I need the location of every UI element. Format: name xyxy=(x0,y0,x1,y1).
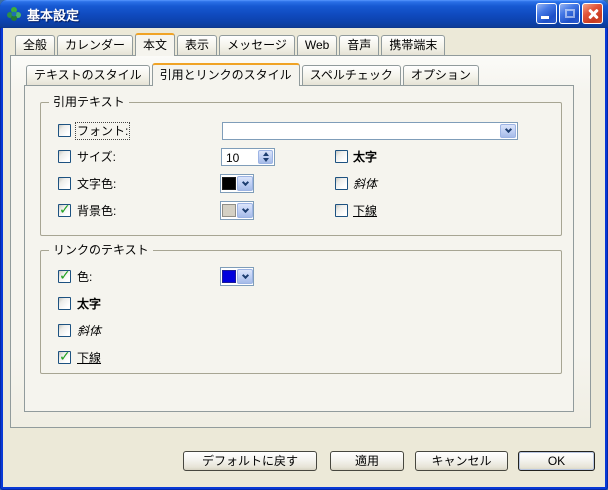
link-underline-checkbox[interactable] xyxy=(58,351,71,364)
quote-bold-label: 太字 xyxy=(353,150,377,164)
link-color-select[interactable] xyxy=(220,267,254,286)
quote-text-group-title: 引用テキスト xyxy=(49,95,129,109)
quote-textcolor-label: 文字色: xyxy=(77,177,116,191)
quote-bgcolor-checkbox[interactable] xyxy=(58,204,71,217)
tab-calendar[interactable]: カレンダー xyxy=(57,35,133,55)
quote-italic-label: 斜体 xyxy=(353,177,377,191)
tab-body-text[interactable]: 本文 xyxy=(135,33,175,56)
link-italic-checkbox[interactable] xyxy=(58,324,71,337)
tab-options[interactable]: オプション xyxy=(403,65,479,85)
spin-up-icon xyxy=(263,152,269,156)
tab-message[interactable]: メッセージ xyxy=(219,35,295,55)
tab-spellcheck[interactable]: スペルチェック xyxy=(302,65,401,85)
quote-size-label: サイズ: xyxy=(77,150,116,164)
quote-font-checkbox[interactable] xyxy=(58,124,71,137)
window-title: 基本設定 xyxy=(27,5,531,24)
preferences-window: 基本設定 全般 カレンダー 本文 表示 メッセージ Web 音声 携帯端末 テキ… xyxy=(0,0,608,490)
link-text-group-title: リンクのテキスト xyxy=(49,243,153,257)
minimize-icon xyxy=(541,16,549,19)
spin-down-icon xyxy=(263,158,269,162)
tab-quote-link-style[interactable]: 引用とリンクのスタイル xyxy=(152,63,300,86)
link-underline-label: 下線 xyxy=(77,351,101,365)
quote-bgcolor-select[interactable] xyxy=(220,201,254,220)
quote-textcolor-checkbox[interactable] xyxy=(58,177,71,190)
titlebar[interactable]: 基本設定 xyxy=(0,0,608,28)
tab-mobile[interactable]: 携帯端末 xyxy=(381,35,445,55)
apply-button[interactable]: 適用 xyxy=(330,451,404,471)
dialog-body: 全般 カレンダー 本文 表示 メッセージ Web 音声 携帯端末 テキストのスタ… xyxy=(3,28,605,487)
inner-tab-page: 引用テキスト フォント: サイズ: 10 xyxy=(24,85,574,412)
link-text-group: リンクのテキスト 色: 太字 斜体 下線 xyxy=(40,250,562,374)
inner-tabstrip: テキストのスタイル 引用とリンクのスタイル スペルチェック オプション xyxy=(26,62,479,85)
tab-text-style[interactable]: テキストのスタイル xyxy=(26,65,150,85)
close-icon xyxy=(583,4,602,23)
reset-default-button[interactable]: デフォルトに戻す xyxy=(183,451,317,471)
dropdown-arrow-button[interactable] xyxy=(237,203,253,218)
dropdown-arrow-button[interactable] xyxy=(237,269,253,284)
color-swatch xyxy=(222,177,236,190)
link-bold-label: 太字 xyxy=(77,297,101,311)
quote-underline-label: 下線 xyxy=(353,204,377,218)
app-icon xyxy=(6,6,22,22)
maximize-icon xyxy=(565,9,575,18)
chevron-down-icon xyxy=(241,205,248,212)
tab-display[interactable]: 表示 xyxy=(177,35,217,55)
tab-web[interactable]: Web xyxy=(297,35,337,55)
quote-text-group: 引用テキスト フォント: サイズ: 10 xyxy=(40,102,562,236)
dropdown-arrow-button[interactable] xyxy=(500,124,516,138)
chevron-down-icon xyxy=(241,271,248,278)
outer-tabstrip: 全般 カレンダー 本文 表示 メッセージ Web 音声 携帯端末 xyxy=(15,32,445,55)
quote-italic-checkbox[interactable] xyxy=(335,177,348,190)
tab-audio[interactable]: 音声 xyxy=(339,35,379,55)
link-color-label: 色: xyxy=(77,270,92,284)
dropdown-arrow-button[interactable] xyxy=(237,176,253,191)
quote-bold-checkbox[interactable] xyxy=(335,150,348,163)
quote-textcolor-select[interactable] xyxy=(220,174,254,193)
quote-size-spinner[interactable]: 10 xyxy=(221,148,275,166)
color-swatch xyxy=(222,204,236,217)
quote-font-select[interactable] xyxy=(222,122,518,140)
quote-font-label: フォント: xyxy=(77,124,128,138)
minimize-button[interactable] xyxy=(536,3,557,24)
window-controls xyxy=(536,3,603,26)
quote-underline-checkbox[interactable] xyxy=(335,204,348,217)
spinner-buttons[interactable] xyxy=(258,150,273,164)
quote-bgcolor-label: 背景色: xyxy=(77,204,116,218)
outer-tab-page: テキストのスタイル 引用とリンクのスタイル スペルチェック オプション 引用テキ… xyxy=(10,55,591,428)
quote-size-value: 10 xyxy=(223,150,258,164)
cancel-button[interactable]: キャンセル xyxy=(415,451,508,471)
chevron-down-icon xyxy=(241,178,248,185)
chevron-down-icon xyxy=(504,126,511,133)
quote-size-checkbox[interactable] xyxy=(58,150,71,163)
tab-general[interactable]: 全般 xyxy=(15,35,55,55)
link-italic-label: 斜体 xyxy=(77,324,101,338)
ok-button[interactable]: OK xyxy=(518,451,595,471)
link-color-checkbox[interactable] xyxy=(58,270,71,283)
color-swatch xyxy=(222,270,236,283)
link-bold-checkbox[interactable] xyxy=(58,297,71,310)
maximize-button[interactable] xyxy=(559,3,580,24)
close-button[interactable] xyxy=(582,3,603,24)
